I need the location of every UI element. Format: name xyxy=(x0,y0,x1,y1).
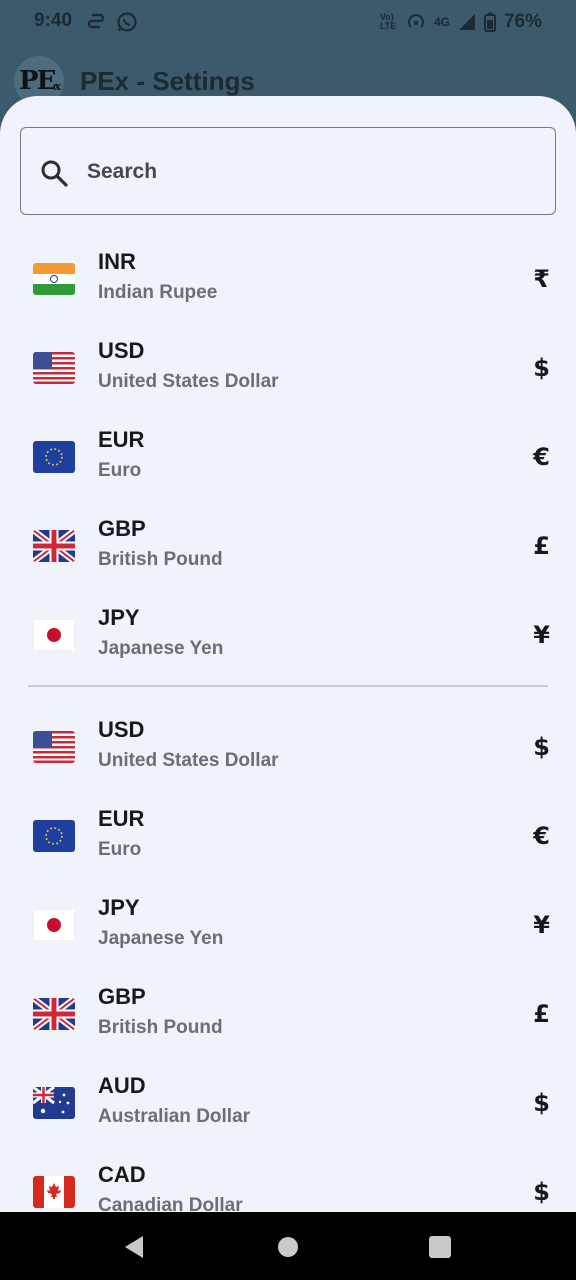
currency-symbol: € xyxy=(533,822,550,850)
currency-row-usd[interactable]: USD United States Dollar $ xyxy=(0,707,576,796)
search-icon xyxy=(41,160,68,187)
currency-name: Canadian Dollar xyxy=(98,1195,243,1212)
currency-code: INR xyxy=(98,249,136,274)
uk-flag-icon xyxy=(33,998,75,1030)
currency-code: USD xyxy=(98,717,145,742)
currency-name: British Pound xyxy=(98,1017,223,1038)
currency-symbol: $ xyxy=(533,1089,550,1117)
navigation-bar xyxy=(0,1212,576,1280)
currency-name: Euro xyxy=(98,460,142,481)
back-icon[interactable] xyxy=(121,1234,147,1260)
currency-name: British Pound xyxy=(98,549,223,570)
uk-flag-icon xyxy=(33,530,75,562)
currency-code: JPY xyxy=(98,605,140,630)
currency-row-eur[interactable]: EUR Euro € xyxy=(0,417,576,506)
currency-symbol: $ xyxy=(533,1178,550,1206)
volte-icon: Vo) LTE xyxy=(379,12,397,31)
currency-code: USD xyxy=(98,338,145,363)
currency-name: Japanese Yen xyxy=(98,638,224,659)
currency-row-eur[interactable]: EUR Euro € xyxy=(0,796,576,885)
currency-name: United States Dollar xyxy=(98,750,279,771)
currency-symbol: ¥ xyxy=(533,621,550,649)
usa-flag-icon xyxy=(33,352,75,384)
currency-row-usd[interactable]: USD United States Dollar $ xyxy=(0,328,576,417)
currency-name: Australian Dollar xyxy=(98,1106,251,1127)
network-type: 4G xyxy=(433,15,450,29)
signal-icon xyxy=(458,14,475,30)
hotspot-icon xyxy=(408,14,424,28)
currency-symbol: ¥ xyxy=(533,911,550,939)
search-box[interactable] xyxy=(20,127,556,215)
currency-picker-sheet: INR Indian Rupee ₹ USD United States Dollar $… xyxy=(0,96,576,1212)
currency-symbol: ₹ xyxy=(533,265,550,293)
recents-icon[interactable] xyxy=(427,1234,453,1260)
currency-symbol: £ xyxy=(533,532,550,560)
currency-symbol: $ xyxy=(533,354,550,382)
currency-code: CAD xyxy=(98,1162,146,1187)
currency-symbol: £ xyxy=(533,1000,550,1028)
india-flag-icon xyxy=(33,263,75,295)
app-title: PEx - Settings xyxy=(80,66,255,96)
eu-flag-icon xyxy=(33,820,75,852)
battery-icon xyxy=(483,12,496,32)
currency-row-jpy[interactable]: JPY Japanese Yen ¥ xyxy=(0,595,576,684)
currency-code: EUR xyxy=(98,427,145,452)
battery-percentage: 76% xyxy=(503,11,542,32)
status-time: 9:40 xyxy=(34,10,73,31)
currency-row-aud[interactable]: AUD Australian Dollar $ xyxy=(0,1063,576,1152)
whatsapp-icon xyxy=(117,12,137,32)
japan-flag-icon xyxy=(33,619,75,651)
currency-name: Indian Rupee xyxy=(98,282,218,303)
currency-name: Japanese Yen xyxy=(98,928,224,949)
currency-code: GBP xyxy=(98,984,146,1009)
currency-row-cad[interactable]: CAD Canadian Dollar $ xyxy=(0,1152,576,1212)
currency-row-inr[interactable]: INR Indian Rupee ₹ xyxy=(0,239,576,328)
eu-flag-icon xyxy=(33,441,75,473)
currency-row-gbp[interactable]: GBP British Pound £ xyxy=(0,974,576,1063)
australia-flag-icon xyxy=(33,1087,75,1119)
japan-flag-icon xyxy=(33,909,75,941)
search-input[interactable] xyxy=(87,150,527,194)
currency-symbol: € xyxy=(533,443,550,471)
currency-row-gbp[interactable]: GBP British Pound £ xyxy=(0,506,576,595)
currency-code: JPY xyxy=(98,895,140,920)
currency-code: EUR xyxy=(98,806,145,831)
currency-symbol: $ xyxy=(533,733,550,761)
status-bar: 9:40 Vo) LTE 4G 76% xyxy=(0,0,576,46)
currency-name: Euro xyxy=(98,839,142,860)
currency-row-jpy[interactable]: JPY Japanese Yen ¥ xyxy=(0,885,576,974)
currency-name: United States Dollar xyxy=(98,371,279,392)
canada-flag-icon xyxy=(33,1176,75,1208)
usa-flag-icon xyxy=(33,731,75,763)
home-icon[interactable] xyxy=(275,1234,301,1260)
currency-code: AUD xyxy=(98,1073,146,1098)
list-divider xyxy=(28,685,548,687)
sync-icon xyxy=(87,13,105,29)
currency-code: GBP xyxy=(98,516,146,541)
